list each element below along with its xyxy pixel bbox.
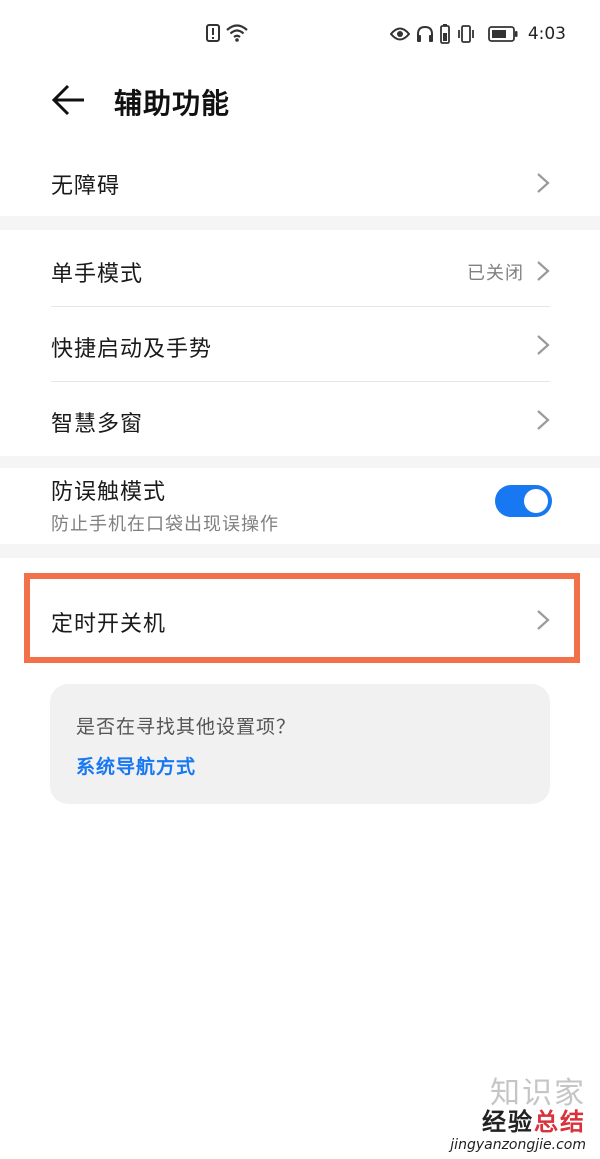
toggle-knob [524, 489, 548, 513]
watermark-title-part2: 总结 [534, 1108, 586, 1136]
row-smart-multiwindow[interactable]: 智慧多窗 [0, 382, 600, 456]
vibrate-icon [456, 25, 476, 43]
mistouch-toggle[interactable] [495, 485, 552, 517]
settings-screen: 4:03 辅助功能 无障碍 单手模式 已关闭 快捷启动及手势 智慧多窗 防误触模… [0, 0, 600, 1159]
back-arrow-icon [50, 84, 86, 124]
row-one-hand-value: 已关闭 [467, 263, 524, 284]
row-smart-multiwindow-label: 智慧多窗 [51, 412, 144, 437]
row-quick-launch-gestures[interactable]: 快捷启动及手势 [0, 307, 600, 381]
chevron-right-icon [536, 334, 550, 356]
chevron-right-icon [536, 609, 550, 631]
status-bar-left [206, 24, 248, 42]
wifi-icon [226, 24, 248, 42]
row-one-hand-mode[interactable]: 单手模式 已关闭 [0, 232, 600, 306]
headphone-icon [416, 25, 434, 43]
watermark-title-part1: 经验 [482, 1108, 534, 1136]
alert-icon [206, 24, 220, 42]
row-quick-launch-label: 快捷启动及手势 [51, 337, 213, 362]
chevron-right-icon [536, 409, 550, 431]
status-bar-right: 4:03 [389, 24, 566, 44]
watermark: 知识家 经验总结 jingyanzongjie.com [450, 1068, 586, 1153]
page-header: 辅助功能 [0, 78, 600, 126]
battery-icon [487, 26, 518, 42]
row-accessibility-label: 无障碍 [51, 174, 121, 199]
status-time: 4:03 [527, 24, 566, 44]
row-scheduled-power[interactable]: 定时开关机 [0, 580, 600, 658]
page-title: 辅助功能 [114, 87, 231, 120]
row-mistouch-description: 防止手机在口袋出现误操作 [51, 514, 279, 535]
suggestion-link[interactable]: 系统导航方式 [76, 752, 196, 779]
chevron-right-icon [536, 260, 550, 282]
row-mistouch-mode: 防误触模式 防止手机在口袋出现误操作 [0, 468, 600, 544]
status-bar: 4:03 [0, 0, 600, 70]
eye-icon [389, 27, 410, 41]
section-gap [0, 456, 600, 468]
row-scheduled-power-label: 定时开关机 [51, 612, 167, 637]
battery-small-icon [439, 24, 450, 44]
watermark-big-text: 知识家 [490, 1076, 586, 1111]
watermark-url: jingyanzongjie.com [450, 1137, 586, 1153]
suggestion-question: 是否在寻找其他设置项？ [76, 716, 297, 738]
section-gap [0, 544, 600, 558]
row-one-hand-label: 单手模式 [51, 262, 144, 287]
row-mistouch-label: 防误触模式 [51, 480, 167, 505]
section-gap [0, 216, 600, 230]
chevron-right-icon [536, 172, 550, 194]
row-accessibility[interactable]: 无障碍 [0, 150, 600, 216]
back-button[interactable] [50, 80, 90, 122]
suggestion-card: 是否在寻找其他设置项？ 系统导航方式 [50, 684, 550, 804]
